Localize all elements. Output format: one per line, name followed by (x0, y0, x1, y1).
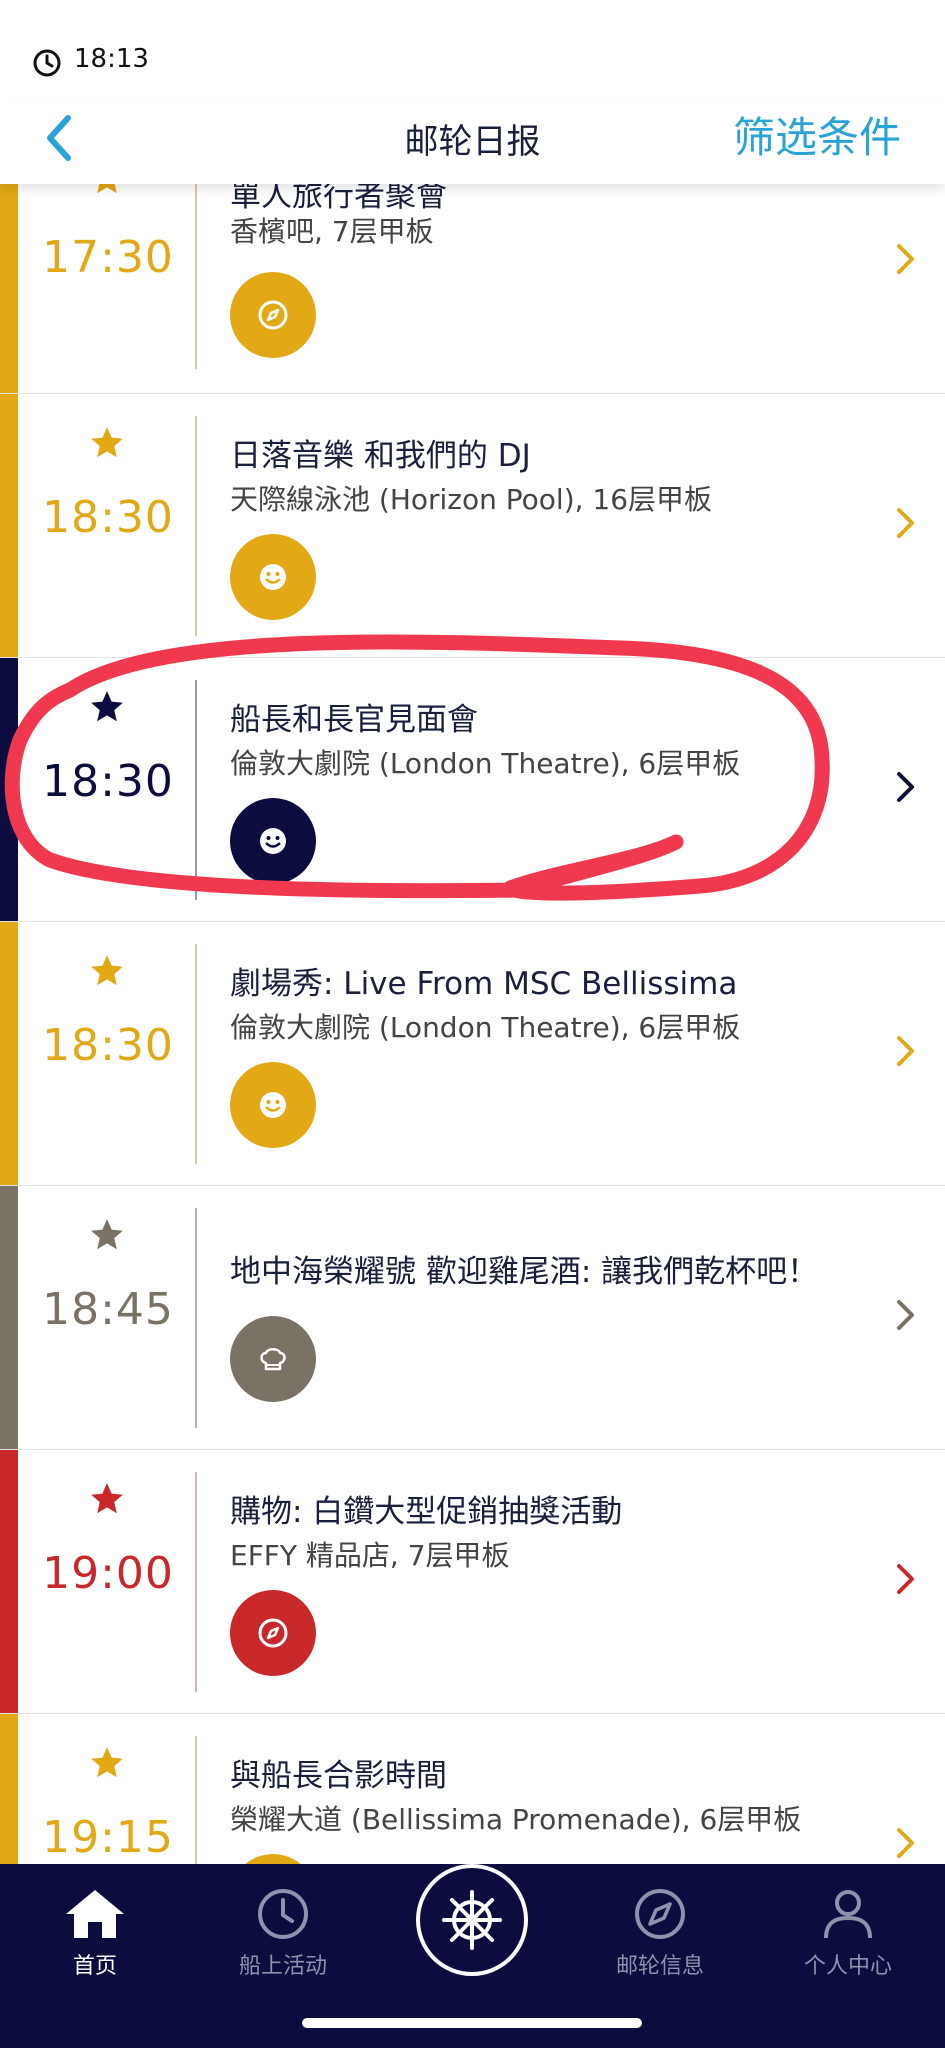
chevron-right-icon (897, 1828, 914, 1858)
event-row[interactable]: 18:45 地中海榮耀號 歡迎雞尾酒: 讓我們乾杯吧！ (0, 1186, 945, 1450)
home-icon (66, 1890, 124, 1938)
compass-icon (635, 1889, 685, 1939)
ship-wheel-icon (442, 1890, 502, 1950)
nav-cruise-info-label: 邮轮信息 (615, 1954, 704, 1979)
smiley-icon (230, 534, 316, 620)
event-row[interactable]: 19:15 與船長合影時間 榮耀大道 (Bellissima Promenade… (0, 1714, 945, 1864)
chevron-right-icon (897, 772, 914, 802)
category-color-bar (0, 1714, 18, 1864)
category-color-bar (0, 394, 18, 657)
favorite-star-icon[interactable] (88, 1744, 126, 1782)
event-row[interactable]: 17:30 單人旅行者聚會 香檳吧, 7层甲板 (0, 184, 945, 394)
event-time: 19:15 (42, 1812, 174, 1863)
nav-home-label: 首页 (72, 1954, 117, 1979)
event-location: 榮耀大道 (Bellissima Promenade), 6层甲板 (230, 1803, 802, 1836)
chevron-right-icon (897, 244, 914, 274)
event-row[interactable]: 18:30 日落音樂 和我們的 DJ 天際線泳池 (Horizon Pool),… (0, 394, 945, 658)
filter-button[interactable]: 筛选条件 (733, 104, 901, 165)
row-divider (195, 1736, 197, 1864)
row-divider (195, 1208, 197, 1428)
category-color-bar (0, 1186, 18, 1449)
event-location: 天際線泳池 (Horizon Pool), 16层甲板 (230, 483, 713, 516)
nav-cruise-info[interactable]: 邮轮信息 (585, 1886, 735, 1980)
event-title: 日落音樂 和我們的 DJ (230, 438, 531, 474)
favorite-star-icon[interactable] (88, 688, 126, 726)
event-location: 香檳吧, 7层甲板 (230, 215, 434, 248)
row-divider (195, 184, 197, 369)
nav-home[interactable]: 首页 (20, 1886, 170, 1980)
clock-icon (258, 1889, 308, 1939)
category-color-bar (0, 1450, 18, 1713)
category-color-bar (0, 658, 18, 921)
row-divider (195, 944, 197, 1164)
smiley-icon (230, 1854, 316, 1864)
row-divider (195, 680, 197, 900)
category-color-bar (0, 184, 18, 393)
event-time: 18:30 (42, 1020, 174, 1071)
compass-icon (230, 272, 316, 358)
status-bar: 18:13 (0, 0, 945, 110)
clock-icon (33, 49, 61, 77)
chevron-right-icon (897, 508, 914, 538)
event-row[interactable]: 18:30 劇場秀: Live From MSC Bellissima 倫敦大劇… (0, 922, 945, 1186)
ship-wheel-button[interactable] (416, 1864, 528, 1976)
chef-hat-icon (230, 1316, 316, 1402)
header: 邮轮日报 筛选条件 (0, 100, 945, 184)
event-title: 劇場秀: Live From MSC Bellissima (230, 966, 738, 1002)
favorite-star-icon[interactable] (88, 184, 126, 198)
favorite-star-icon[interactable] (88, 424, 126, 462)
compass-icon (230, 1590, 316, 1676)
chevron-right-icon (897, 1564, 914, 1594)
home-indicator (302, 2018, 642, 2028)
favorite-star-icon[interactable] (88, 1216, 126, 1254)
event-title: 與船長合影時間 (230, 1758, 447, 1794)
smiley-icon (230, 1062, 316, 1148)
category-color-bar (0, 922, 18, 1185)
event-time: 17:30 (42, 232, 174, 283)
event-time: 18:30 (42, 492, 174, 543)
event-title: 地中海榮耀號 歡迎雞尾酒: 讓我們乾杯吧！ (230, 1254, 819, 1290)
event-row[interactable]: 18:30 船長和長官見面會 倫敦大劇院 (London Theatre), 6… (0, 658, 945, 922)
event-title: 購物: 白鑽大型促銷抽獎活動 (230, 1494, 623, 1530)
nav-activities[interactable]: 船上活动 (208, 1886, 358, 1980)
back-button[interactable] (36, 108, 86, 168)
event-time: 18:45 (42, 1284, 174, 1335)
event-time: 19:00 (42, 1548, 174, 1599)
event-location: EFFY 精品店, 7层甲板 (230, 1539, 510, 1572)
row-divider (195, 1472, 197, 1692)
nav-activities-label: 船上活动 (238, 1954, 327, 1979)
chevron-right-icon (897, 1300, 914, 1330)
event-location: 倫敦大劇院 (London Theatre), 6层甲板 (230, 1011, 741, 1044)
nav-profile[interactable]: 个人中心 (773, 1886, 923, 1980)
row-divider (195, 416, 197, 636)
event-title: 船長和長官見面會 (230, 702, 478, 738)
smiley-icon (230, 798, 316, 884)
chevron-right-icon (897, 1036, 914, 1066)
event-time: 18:30 (42, 756, 174, 807)
event-row[interactable]: 19:00 購物: 白鑽大型促銷抽獎活動 EFFY 精品店, 7层甲板 (0, 1450, 945, 1714)
user-icon (824, 1890, 872, 1939)
event-list: 17:30 單人旅行者聚會 香檳吧, 7层甲板 18:30 日落音樂 和我們的 … (0, 184, 945, 1864)
favorite-star-icon[interactable] (88, 1480, 126, 1518)
favorite-star-icon[interactable] (88, 952, 126, 990)
status-time: 18:13 (74, 44, 149, 74)
event-location: 倫敦大劇院 (London Theatre), 6层甲板 (230, 747, 741, 780)
nav-profile-label: 个人中心 (803, 1954, 892, 1979)
